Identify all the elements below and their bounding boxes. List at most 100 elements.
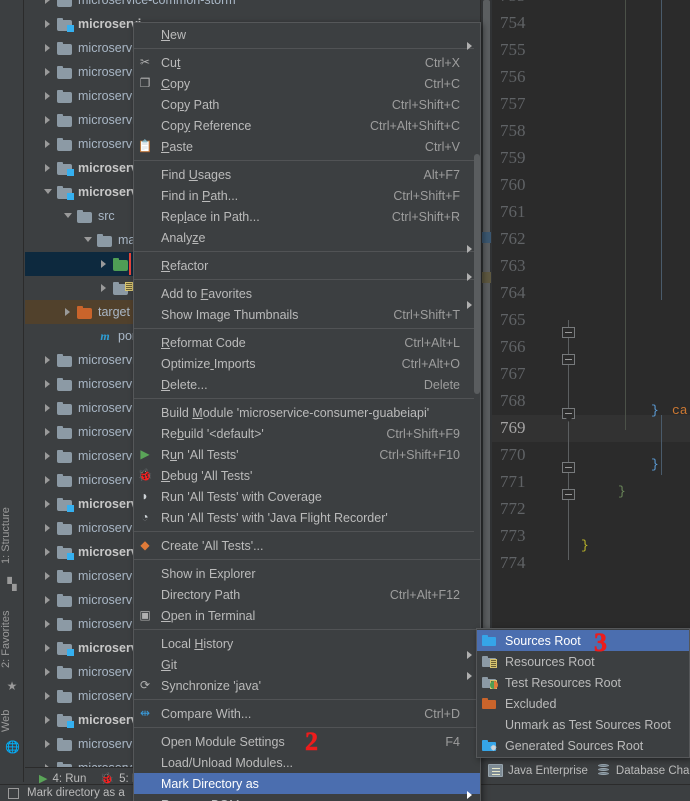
menu-item-copy-reference[interactable]: Copy Reference Ctrl+Alt+Shift+C <box>134 115 480 136</box>
submenu-item-unmark-as-test-sources-root[interactable]: Unmark as Test Sources Root <box>477 714 689 735</box>
indent-guide <box>661 0 662 300</box>
submenu-item-excluded[interactable]: Excluded <box>477 693 689 714</box>
menu-item-reformat-code[interactable]: Reformat Code Ctrl+Alt+L <box>134 332 480 353</box>
chevron-down-icon[interactable] <box>41 180 57 204</box>
chevron-down-icon[interactable] <box>61 204 77 228</box>
menu-item-local-history[interactable]: Local History <box>134 633 480 659</box>
tree-row-label: microservic <box>78 593 142 607</box>
menu-item-run-all-tests-with-coverage[interactable]: ◗ Run 'All Tests' with Coverage <box>134 486 480 507</box>
chevron-right-icon[interactable] <box>41 660 57 684</box>
menu-item-label: Add to Favorites <box>161 286 253 301</box>
chevron-down-icon[interactable] <box>81 228 97 252</box>
chevron-right-icon[interactable] <box>41 516 57 540</box>
submenu-item-generated-sources-root[interactable]: ✹ Generated Sources Root <box>477 735 689 756</box>
chevron-right-icon[interactable] <box>41 84 57 108</box>
chevron-right-icon[interactable] <box>41 156 57 180</box>
chevron-right-icon[interactable] <box>81 324 97 348</box>
java-enterprise-button[interactable]: Java Enterprise <box>488 764 588 777</box>
menu-item-show-image-thumbnails[interactable]: Show Image Thumbnails Ctrl+Shift+T <box>134 304 480 325</box>
menu-item-shortcut: Ctrl+Shift+T <box>393 307 460 322</box>
menu-item-find-usages[interactable]: Find Usages Alt+F7 <box>134 164 480 185</box>
submenu-item-resources-root[interactable]: Resources Root <box>477 651 689 672</box>
menu-item-remove-bom[interactable]: Remove BOM <box>134 794 480 801</box>
chevron-right-icon[interactable] <box>41 36 57 60</box>
menu-item-synchronize-java[interactable]: ⟳ Synchronize 'java' <box>134 675 480 696</box>
chevron-right-icon[interactable] <box>41 468 57 492</box>
chevron-right-icon[interactable] <box>41 60 57 84</box>
menu-item-debug-all-tests[interactable]: 🐞 Debug 'All Tests' <box>134 465 480 486</box>
menu-item-run-all-tests-with-java-flight-recorder[interactable]: ◔ Run 'All Tests' with 'Java Flight Recor… <box>134 507 480 528</box>
menu-item-mark-directory-as[interactable]: Mark Directory as <box>134 773 480 799</box>
chevron-right-icon[interactable] <box>41 420 57 444</box>
editor-scrollbar-thumb[interactable] <box>483 0 490 630</box>
tool-tab-web[interactable]: Web <box>0 705 24 737</box>
menu-item-optimize-imports[interactable]: Optimize Imports Ctrl+Alt+O <box>134 353 480 374</box>
mark-directory-as-submenu[interactable]: Sources Root Resources Root Test Resources… <box>476 628 690 758</box>
chevron-right-icon[interactable] <box>41 708 57 732</box>
menu-item-new[interactable]: New <box>134 24 480 50</box>
chevron-right-icon[interactable] <box>41 540 57 564</box>
submenu-item-sources-root[interactable]: Sources Root <box>477 630 689 651</box>
chevron-right-icon[interactable] <box>41 444 57 468</box>
menu-item-show-in-explorer[interactable]: Show in Explorer <box>134 563 480 584</box>
menu-item-replace-in-path[interactable]: Replace in Path... Ctrl+Shift+R <box>134 206 480 227</box>
structure-icon: ▚ <box>7 577 17 591</box>
menu-item-label: Open in Terminal <box>161 608 256 623</box>
chevron-right-icon[interactable] <box>41 732 57 756</box>
fold-handle[interactable] <box>562 354 575 365</box>
menu-item-create-all-tests[interactable]: ◆ Create 'All Tests'... <box>134 535 480 556</box>
database-changes-button[interactable]: Database Char <box>596 764 690 777</box>
tool-tab-favorites[interactable]: 2: Favorites <box>0 602 24 676</box>
menu-item-cut[interactable]: ✂ Cut Ctrl+X <box>134 52 480 73</box>
chevron-right-icon[interactable] <box>41 564 57 588</box>
tree-row[interactable]: microservice-common-storm <box>25 0 480 12</box>
menu-item-git[interactable]: Git <box>134 654 480 680</box>
menu-item-copy[interactable]: ❐ Copy Ctrl+C <box>134 73 480 94</box>
menu-item-add-to-favorites[interactable]: Add to Favorites <box>134 283 480 309</box>
menu-item-find-in-path[interactable]: Find in Path... Ctrl+Shift+F <box>134 185 480 206</box>
chevron-right-icon[interactable] <box>41 588 57 612</box>
chevron-right-icon[interactable] <box>41 108 57 132</box>
context-menu[interactable]: New ✂ Cut Ctrl+X ❐ Copy Ctrl+C Copy Path Ctrl+Sh… <box>133 22 481 801</box>
chevron-right-icon[interactable] <box>97 276 113 300</box>
tool-tab-structure[interactable]: 1: Structure <box>0 500 24 572</box>
chevron-right-icon[interactable] <box>41 756 57 767</box>
menu-item-run-all-tests[interactable]: ▶ Run 'All Tests' Ctrl+Shift+F10 <box>134 444 480 465</box>
database-changes-label: Database Char <box>615 764 690 777</box>
chevron-right-icon[interactable] <box>41 12 57 36</box>
folder-module-icon <box>57 17 74 32</box>
scissors-icon: ✂ <box>139 55 151 69</box>
chevron-right-icon[interactable] <box>41 636 57 660</box>
chevron-right-icon[interactable] <box>41 372 57 396</box>
menu-item-rebuild-default[interactable]: Rebuild '<default>' Ctrl+Shift+F9 <box>134 423 480 444</box>
chevron-right-icon[interactable] <box>41 492 57 516</box>
menu-item-copy-path[interactable]: Copy Path Ctrl+Shift+C <box>134 94 480 115</box>
fold-handle[interactable] <box>562 462 575 473</box>
fold-handle[interactable] <box>562 408 575 422</box>
chevron-right-icon[interactable] <box>61 300 77 324</box>
menu-item-compare-with[interactable]: ⇹ Compare With... Ctrl+D <box>134 703 480 724</box>
tree-row-label: microservic <box>78 401 142 415</box>
menu-item-build-module-microservice-consumer-guabeiapi[interactable]: Build Module 'microservice-consumer-guab… <box>134 402 480 423</box>
chevron-right-icon[interactable] <box>41 132 57 156</box>
menu-item-directory-path[interactable]: Directory Path Ctrl+Alt+F12 <box>134 584 480 605</box>
fold-handle[interactable] <box>562 327 575 338</box>
menu-item-open-in-terminal[interactable]: ▣ Open in Terminal <box>134 605 480 626</box>
chevron-right-icon[interactable] <box>41 0 57 12</box>
menu-item-analyze[interactable]: Analyze <box>134 227 480 253</box>
chevron-right-icon[interactable] <box>41 348 57 372</box>
submenu-item-test-resources-root[interactable]: Test Resources Root <box>477 672 689 693</box>
chevron-right-icon[interactable] <box>41 684 57 708</box>
chevron-right-icon[interactable] <box>41 396 57 420</box>
fold-handle[interactable] <box>562 489 575 500</box>
chevron-right-icon[interactable] <box>41 612 57 636</box>
menu-item-label: Copy Reference <box>161 118 252 133</box>
menu-item-paste[interactable]: 📋 Paste Ctrl+V <box>134 136 480 157</box>
menu-item-delete[interactable]: Delete... Delete <box>134 374 480 395</box>
menu-item-refactor[interactable]: Refactor <box>134 255 480 281</box>
chevron-right-icon[interactable] <box>97 252 113 276</box>
